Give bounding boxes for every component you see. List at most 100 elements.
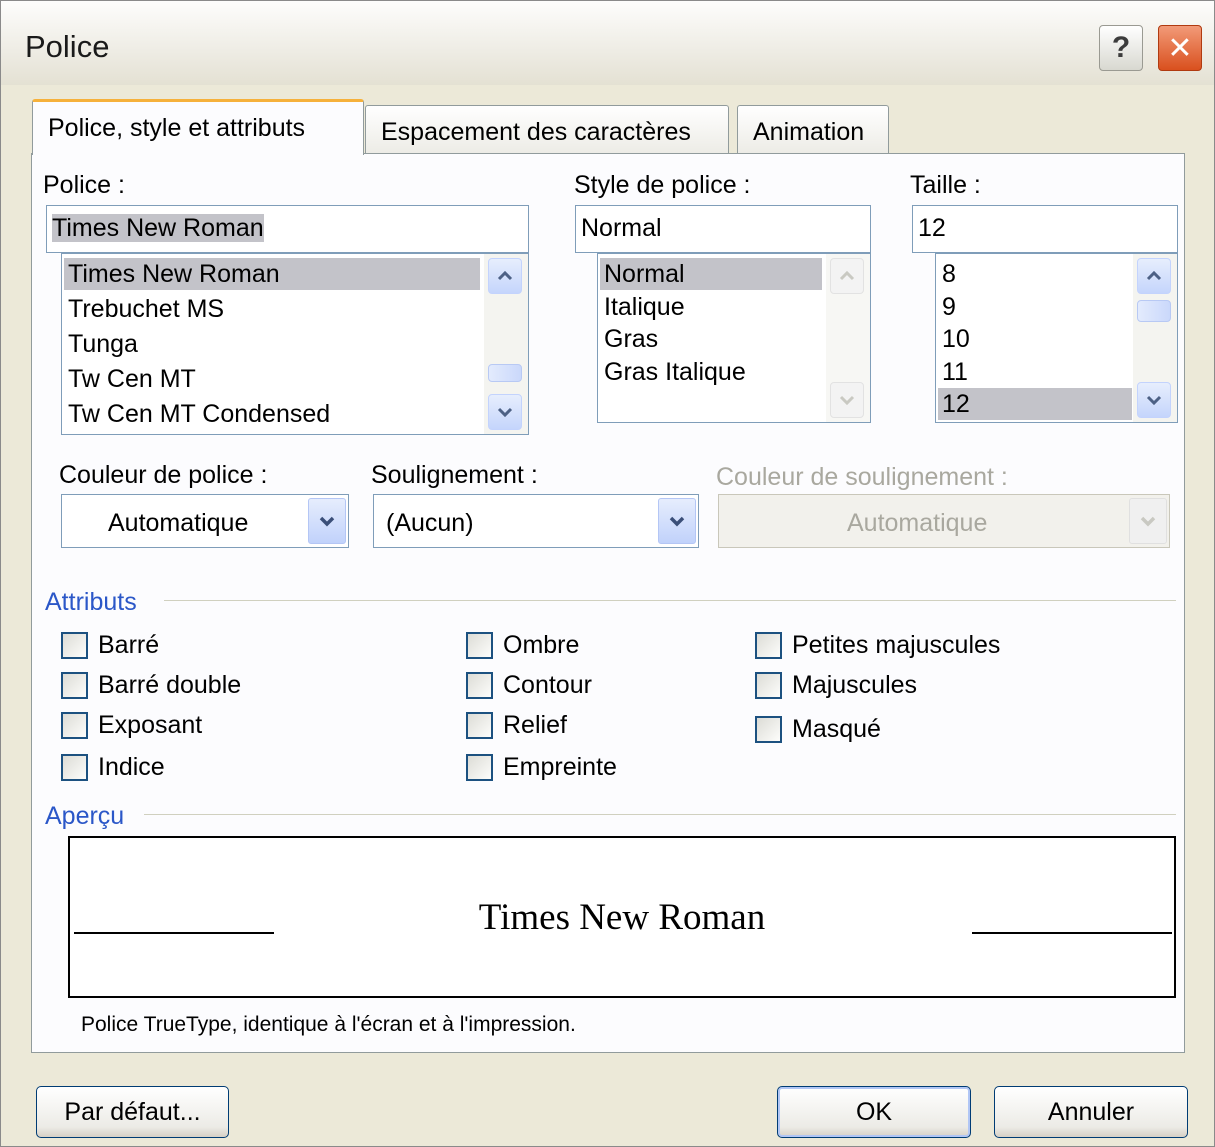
double-strikethrough-label: Barré double [98,671,242,699]
checkbox-box[interactable] [755,672,782,699]
font-color-label: Couleur de police : [59,461,268,489]
font-color-value: Automatique [108,509,249,537]
style-input[interactable]: Normal [575,205,871,253]
size-label: Taille : [910,171,981,199]
checkbox-box[interactable] [755,716,782,743]
font-list-scrollbar[interactable] [484,254,528,434]
checkbox-box[interactable] [466,672,493,699]
subscript-checkbox[interactable]: Indice [61,753,165,782]
engrave-checkbox[interactable]: Empreinte [466,753,617,782]
chevron-down-icon [839,395,855,405]
tab-animation[interactable]: Animation [737,105,889,155]
size-input[interactable]: 12 [912,205,1178,253]
cancel-button[interactable]: Annuler [994,1086,1188,1138]
style-list-item[interactable]: Normal [600,258,822,290]
preview-baseline-right [972,932,1172,934]
scroll-up-button[interactable] [488,258,522,294]
scroll-down-button[interactable] [1137,382,1171,418]
checkbox-box[interactable] [61,632,88,659]
size-list-item[interactable]: 12 [938,388,1132,420]
small-caps-checkbox[interactable]: Petites majuscules [755,631,1000,660]
all-caps-label: Majuscules [792,671,918,699]
chevron-down-icon [319,516,335,527]
close-button[interactable]: ✕ [1158,25,1202,71]
title-bar[interactable]: Police ? ✕ [1,1,1214,85]
font-color-select[interactable]: Automatique [61,494,349,548]
underline-color-value: Automatique [847,509,988,537]
underline-color-select[interactable]: Automatique [718,494,1170,548]
style-list-scrollbar[interactable] [826,254,870,422]
double-strikethrough-checkbox[interactable]: Barré double [61,671,241,700]
preview-group-title: Aperçu [45,802,125,830]
preview-divider [144,814,1176,815]
tab-font-style-attributes[interactable]: Police, style et attributs [32,99,364,155]
emboss-checkbox[interactable]: Relief [466,711,567,740]
help-button[interactable]: ? [1099,25,1143,71]
tab-character-spacing[interactable]: Espacement des caractères [365,105,729,155]
hidden-checkbox[interactable]: Masqué [755,715,881,744]
size-list-scrollbar[interactable] [1133,254,1177,422]
font-list-item[interactable]: Tunga [64,328,138,360]
chevron-down-icon [669,516,685,527]
attributes-group-title: Attributs [45,588,137,616]
font-input-value: Times New Roman [52,214,264,242]
shadow-checkbox[interactable]: Ombre [466,631,579,660]
superscript-checkbox[interactable]: Exposant [61,711,202,740]
style-list-item[interactable]: Gras Italique [600,356,746,388]
scroll-up-button[interactable] [1137,258,1171,294]
chevron-down-icon [1146,395,1162,405]
chevron-down-icon [1140,516,1156,527]
size-list-item[interactable]: 8 [938,258,956,290]
font-list-item[interactable]: Times New Roman [64,258,480,290]
font-input[interactable]: Times New Roman [46,205,529,253]
dropdown-button[interactable] [1129,498,1167,544]
style-list-item[interactable]: Gras [600,323,658,355]
default-button[interactable]: Par défaut... [36,1086,229,1138]
font-list[interactable]: Times New Roman Trebuchet MS Tunga Tw Ce… [61,253,529,435]
ok-button[interactable]: OK [777,1086,971,1138]
scroll-thumb[interactable] [1137,300,1171,322]
size-list-item[interactable]: 9 [938,291,956,323]
outline-checkbox[interactable]: Contour [466,671,592,700]
emboss-label: Relief [503,711,567,739]
checkbox-box[interactable] [466,754,493,781]
checkbox-box[interactable] [61,712,88,739]
font-list-item[interactable]: Tw Cen MT Condensed [64,398,330,430]
scroll-up-button[interactable] [830,258,864,294]
chevron-down-icon [497,407,513,417]
checkbox-box[interactable] [755,632,782,659]
dropdown-button[interactable] [308,498,346,544]
hidden-label: Masqué [792,715,881,743]
strikethrough-checkbox[interactable]: Barré [61,631,159,660]
style-list[interactable]: Normal Italique Gras Gras Italique [597,253,871,423]
underline-color-label: Couleur de soulignement : [716,463,1008,491]
chevron-up-icon [839,271,855,281]
style-list-item[interactable]: Italique [600,291,685,323]
attributes-divider [164,600,1176,601]
superscript-label: Exposant [98,711,203,739]
shadow-label: Ombre [503,631,580,659]
all-caps-checkbox[interactable]: Majuscules [755,671,917,700]
checkbox-box[interactable] [61,754,88,781]
font-dialog: Police ? ✕ Police, style et attributs Es… [0,0,1215,1147]
scroll-down-button[interactable] [830,382,864,418]
underline-select[interactable]: (Aucun) [373,494,699,548]
size-list[interactable]: 8 9 10 11 12 [935,253,1178,423]
size-list-item[interactable]: 11 [938,356,968,388]
checkbox-box[interactable] [466,712,493,739]
font-list-item[interactable]: Tw Cen MT [64,363,196,395]
subscript-label: Indice [98,753,165,781]
engrave-label: Empreinte [503,753,617,781]
checkbox-box[interactable] [466,632,493,659]
dropdown-button[interactable] [658,498,696,544]
chevron-up-icon [497,271,513,281]
small-caps-label: Petites majuscules [792,631,1001,659]
font-list-item[interactable]: Trebuchet MS [64,293,224,325]
scroll-thumb[interactable] [488,364,522,382]
size-list-item[interactable]: 10 [938,323,970,355]
checkbox-box[interactable] [61,672,88,699]
scroll-down-button[interactable] [488,394,522,430]
strikethrough-label: Barré [98,631,160,659]
dialog-title: Police [25,29,110,64]
chevron-up-icon [1146,271,1162,281]
